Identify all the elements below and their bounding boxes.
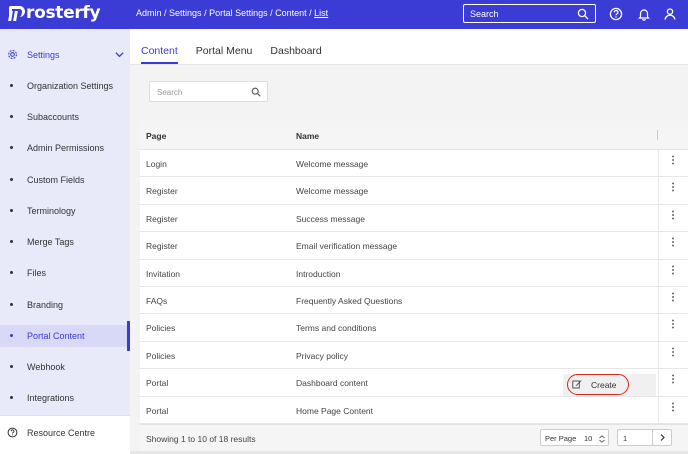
rosterfy-logo[interactable]: rosterfy — [8, 3, 101, 23]
breadcrumb-portal-settings[interactable]: Portal Settings — [209, 8, 268, 18]
help-icon[interactable] — [609, 7, 623, 21]
sidebar: Settings Organization Settings Subaccoun… — [0, 29, 130, 454]
sidebar-item-merge-tags[interactable]: Merge Tags — [0, 231, 130, 253]
row-menu-button[interactable]: ⋮ — [658, 259, 688, 286]
brand-name: rosterfy — [26, 3, 101, 23]
gear-icon — [8, 50, 17, 59]
row-menu-button[interactable]: ⋮ — [658, 286, 688, 314]
resource-centre-link[interactable]: Resource Centre — [0, 415, 130, 454]
row-menu-button[interactable]: ⋮ — [658, 341, 688, 369]
tab-dashboard[interactable]: Dashboard — [270, 45, 321, 64]
kebab-icon: ⋮ — [668, 182, 678, 194]
tab-content[interactable]: Content — [141, 45, 178, 64]
pagination-info: Showing 1 to 10 of 18 results — [146, 434, 256, 444]
breadcrumb-settings[interactable]: Settings — [169, 8, 202, 18]
bullet-icon — [10, 365, 13, 368]
table-row[interactable]: Invitation Introduction ⋮ — [140, 259, 688, 287]
table-search-input[interactable] — [157, 87, 247, 97]
sidebar-item-custom-fields[interactable]: Custom Fields — [0, 169, 130, 191]
global-search-input[interactable] — [470, 8, 575, 19]
rosterfy-logo-icon — [8, 4, 25, 22]
bullet-icon — [10, 209, 13, 212]
per-page-label: Per Page — [545, 434, 577, 443]
kebab-icon: ⋮ — [668, 291, 678, 303]
search-icon[interactable] — [251, 87, 261, 97]
bullet-icon — [10, 271, 13, 274]
breadcrumb-list[interactable]: List — [314, 8, 328, 18]
kebab-icon: ⋮ — [668, 346, 678, 358]
content-tabs: Content Portal Menu Dashboard — [141, 45, 340, 64]
row-menu-button[interactable]: ⋮ — [658, 396, 688, 423]
row-menu-button[interactable]: ⋮ — [658, 232, 688, 259]
page-number-input[interactable]: 1 — [617, 429, 655, 446]
chevron-updown-icon — [599, 435, 605, 443]
sidebar-item-subaccounts[interactable]: Subaccounts — [0, 106, 130, 128]
kebab-icon: ⋮ — [668, 209, 678, 221]
column-header-name[interactable]: Name — [296, 131, 319, 141]
per-page-select[interactable]: Per Page 10 — [540, 429, 609, 446]
bullet-icon — [10, 303, 13, 306]
sidebar-item-terminology[interactable]: Terminology — [0, 200, 130, 222]
kebab-icon: ⋮ — [668, 264, 678, 276]
row-menu-button[interactable]: ⋮ — [658, 177, 688, 204]
table-row[interactable]: Policies Privacy policy ⋮ — [140, 341, 688, 370]
resource-centre-label: Resource Centre — [27, 428, 96, 438]
table-row[interactable]: Portal Home Page Content ⋮ — [140, 396, 688, 424]
breadcrumb-admin[interactable]: Admin — [136, 8, 162, 18]
table-row[interactable]: Register Success message ⋮ — [140, 204, 688, 233]
global-search[interactable] — [463, 4, 596, 23]
bullet-icon — [10, 84, 13, 87]
search-icon[interactable] — [577, 8, 589, 20]
table-row[interactable]: Register Welcome message ⋮ — [140, 177, 688, 205]
chevron-right-icon — [660, 434, 665, 441]
sidebar-item-integrations[interactable]: Integrations — [0, 387, 130, 409]
bullet-icon — [10, 396, 13, 399]
help-circle-icon — [7, 427, 18, 438]
kebab-icon: ⋮ — [668, 155, 678, 166]
table-header: Page Name — [140, 121, 688, 150]
chevron-down-icon[interactable] — [114, 49, 125, 60]
table-row[interactable]: Policies Terms and conditions ⋮ — [140, 314, 688, 342]
sidebar-section-label: Settings — [27, 50, 60, 60]
per-page-value: 10 — [584, 434, 593, 443]
kebab-icon: ⋮ — [668, 237, 678, 249]
sidebar-item-admin-permissions[interactable]: Admin Permissions — [0, 137, 130, 159]
create-menu-item[interactable]: Create — [563, 374, 656, 396]
bullet-icon — [10, 146, 13, 149]
top-bar: rosterfy Admin / Settings / Portal Setti… — [0, 0, 688, 29]
page-number-value: 1 — [623, 434, 628, 443]
next-page-button[interactable] — [652, 429, 672, 446]
kebab-icon: ⋮ — [668, 374, 678, 386]
bullet-icon — [10, 334, 13, 337]
column-header-page[interactable]: Page — [146, 131, 166, 141]
bullet-icon — [10, 178, 13, 181]
table-row[interactable]: Login Welcome message ⋮ — [140, 150, 688, 178]
breadcrumb: Admin / Settings / Portal Settings / Con… — [136, 8, 329, 18]
bullet-icon — [10, 115, 13, 118]
bell-icon[interactable] — [637, 7, 651, 21]
table-row[interactable]: Register Email verification message ⋮ — [140, 232, 688, 260]
edit-icon — [572, 380, 582, 389]
create-label: Create — [591, 380, 617, 390]
row-menu-button[interactable]: ⋮ — [658, 314, 688, 341]
table-search[interactable] — [149, 81, 268, 102]
tab-portal-menu[interactable]: Portal Menu — [196, 45, 253, 64]
breadcrumb-content[interactable]: Content — [275, 8, 307, 18]
row-menu-button[interactable]: ⋮ — [658, 204, 688, 232]
kebab-icon: ⋮ — [668, 319, 678, 331]
user-icon[interactable] — [663, 7, 677, 21]
row-menu-button[interactable]: ⋮ — [658, 150, 688, 177]
sidebar-item-organization-settings[interactable]: Organization Settings — [0, 75, 130, 97]
bullet-icon — [10, 240, 13, 243]
kebab-icon: ⋮ — [668, 401, 678, 413]
sidebar-item-webhook[interactable]: Webhook — [0, 356, 130, 378]
sidebar-settings-toggle[interactable]: Settings — [0, 44, 130, 66]
sidebar-item-portal-content[interactable]: Portal Content — [0, 321, 130, 351]
column-divider — [657, 130, 658, 140]
table-footer: Showing 1 to 10 of 18 results Per Page 1… — [140, 424, 688, 451]
sidebar-item-branding[interactable]: Branding — [0, 294, 130, 316]
sidebar-item-files[interactable]: Files — [0, 262, 130, 284]
row-menu-button[interactable]: ⋮ — [658, 369, 688, 396]
table-row[interactable]: FAQs Frequently Asked Questions ⋮ — [140, 286, 688, 315]
